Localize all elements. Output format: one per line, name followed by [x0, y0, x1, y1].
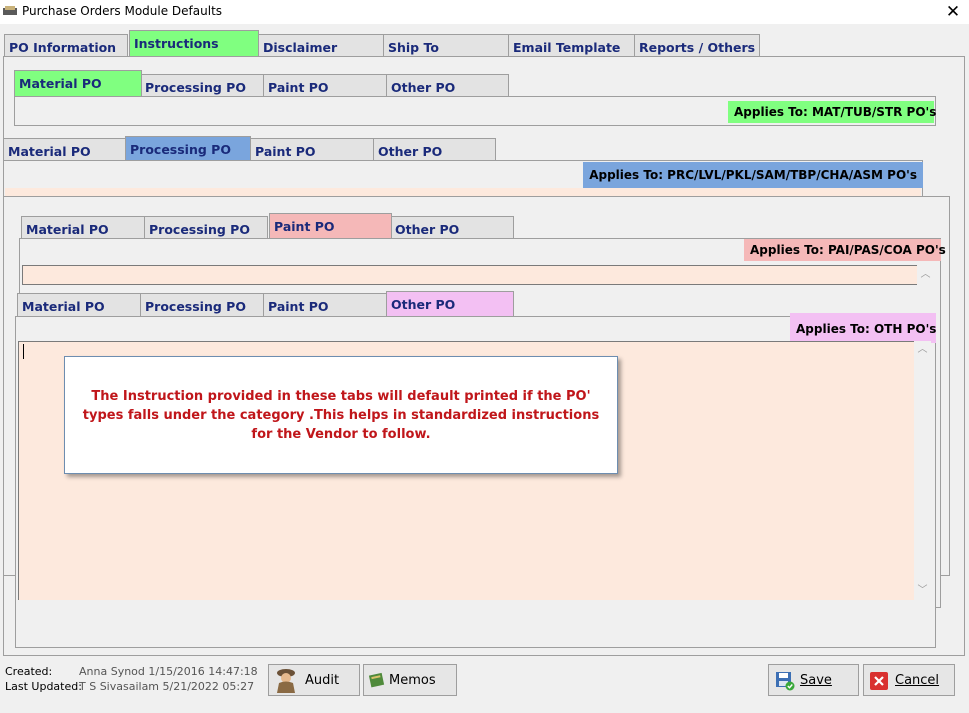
tab-label: Other PO: [391, 297, 456, 312]
tab-label: Disclaimer: [263, 40, 338, 55]
audit-button[interactable]: Audit: [268, 664, 360, 696]
text-cursor: [23, 344, 24, 359]
tab-label: Other PO: [395, 222, 460, 237]
save-icon: [776, 672, 795, 691]
tab-label: Paint PO: [274, 219, 335, 234]
tab-ship-to[interactable]: Ship To: [383, 34, 509, 57]
sub-tab-material[interactable]: Material PO: [14, 70, 142, 99]
memos-label: Memos: [389, 673, 436, 688]
tab-label: Material PO: [19, 76, 102, 91]
sub-tab-paint[interactable]: Paint PO: [263, 74, 387, 97]
audit-label: Audit: [305, 673, 340, 688]
sub-tab-paint[interactable]: Paint PO: [250, 138, 374, 161]
tab-label: Processing PO: [145, 80, 246, 95]
tab-label: PO Information: [9, 40, 117, 55]
sub-tab-other[interactable]: Other PO: [390, 216, 514, 239]
applies-to-paint: Applies To: PAI/PAS/COA PO's: [744, 239, 946, 261]
app-icon: [3, 6, 17, 15]
tab-label: Material PO: [8, 144, 91, 159]
tab-label: Material PO: [26, 222, 109, 237]
sub-tab-processing[interactable]: Processing PO: [140, 74, 264, 97]
applies-to-other: Applies To: OTH PO's: [790, 313, 936, 343]
tab-label: Paint PO: [268, 299, 329, 314]
tab-label: Paint PO: [255, 144, 316, 159]
memos-button[interactable]: Memos: [363, 664, 457, 696]
sub-tab-paint[interactable]: Paint PO: [263, 293, 387, 316]
tab-label: Email Template: [513, 40, 621, 55]
tab-disclaimer[interactable]: Disclaimer: [258, 34, 384, 57]
updated-value: T S Sivasailam 5/21/2022 05:27: [79, 680, 255, 693]
cancel-icon: [870, 672, 888, 690]
tab-label: Processing PO: [130, 142, 231, 157]
book-icon: [369, 672, 385, 688]
instruction-callout: The Instruction provided in these tabs w…: [64, 356, 618, 474]
tab-label: Paint PO: [268, 80, 329, 95]
cancel-button[interactable]: Cancel: [863, 664, 955, 696]
sub-tab-other[interactable]: Other PO: [386, 74, 509, 97]
updated-label: Last Updated:: [5, 680, 82, 693]
scroll-up-icon[interactable]: ︿: [914, 341, 931, 358]
save-button[interactable]: Save: [768, 664, 859, 696]
detective-icon: [277, 669, 295, 693]
scroll-down-icon[interactable]: ﹀: [914, 582, 931, 599]
tab-instructions[interactable]: Instructions: [129, 30, 259, 58]
tab-label: Processing PO: [149, 222, 250, 237]
other-scrollbar[interactable]: ︿ ﹀: [914, 341, 931, 600]
sub-tab-material[interactable]: Material PO: [21, 216, 145, 239]
save-label: Save: [800, 673, 832, 688]
sub-tab-other[interactable]: Other PO: [373, 138, 496, 161]
paint-editor[interactable]: [22, 265, 917, 285]
tab-email-template[interactable]: Email Template: [508, 34, 635, 57]
cancel-label: Cancel: [895, 673, 940, 688]
created-label: Created:: [5, 665, 53, 678]
tab-label: Processing PO: [145, 299, 246, 314]
tab-label: Ship To: [388, 40, 439, 55]
tab-label: Other PO: [378, 144, 443, 159]
scroll-up-icon[interactable]: ︿: [917, 266, 934, 283]
created-value: Anna Synod 1/15/2016 14:47:18: [79, 665, 258, 678]
applies-to-processing: Applies To: PRC/LVL/PKL/SAM/TBP/CHA/ASM …: [583, 162, 923, 188]
sub-tab-processing[interactable]: Processing PO: [140, 293, 264, 316]
tab-reports-others[interactable]: Reports / Others: [634, 34, 760, 57]
tab-label: Other PO: [391, 80, 456, 95]
tab-label: Instructions: [134, 36, 219, 51]
sub-tab-material[interactable]: Material PO: [17, 293, 141, 316]
tab-po-information[interactable]: PO Information: [4, 34, 128, 57]
sub-tab-processing[interactable]: Processing PO: [144, 216, 268, 239]
window-title: Purchase Orders Module Defaults: [22, 4, 223, 18]
tab-label: Reports / Others: [639, 40, 756, 55]
tab-label: Material PO: [22, 299, 105, 314]
applies-to-material: Applies To: MAT/TUB/STR PO's: [728, 101, 936, 123]
sub-tab-material[interactable]: Material PO: [3, 138, 127, 161]
close-icon[interactable]: ✕: [942, 1, 964, 23]
